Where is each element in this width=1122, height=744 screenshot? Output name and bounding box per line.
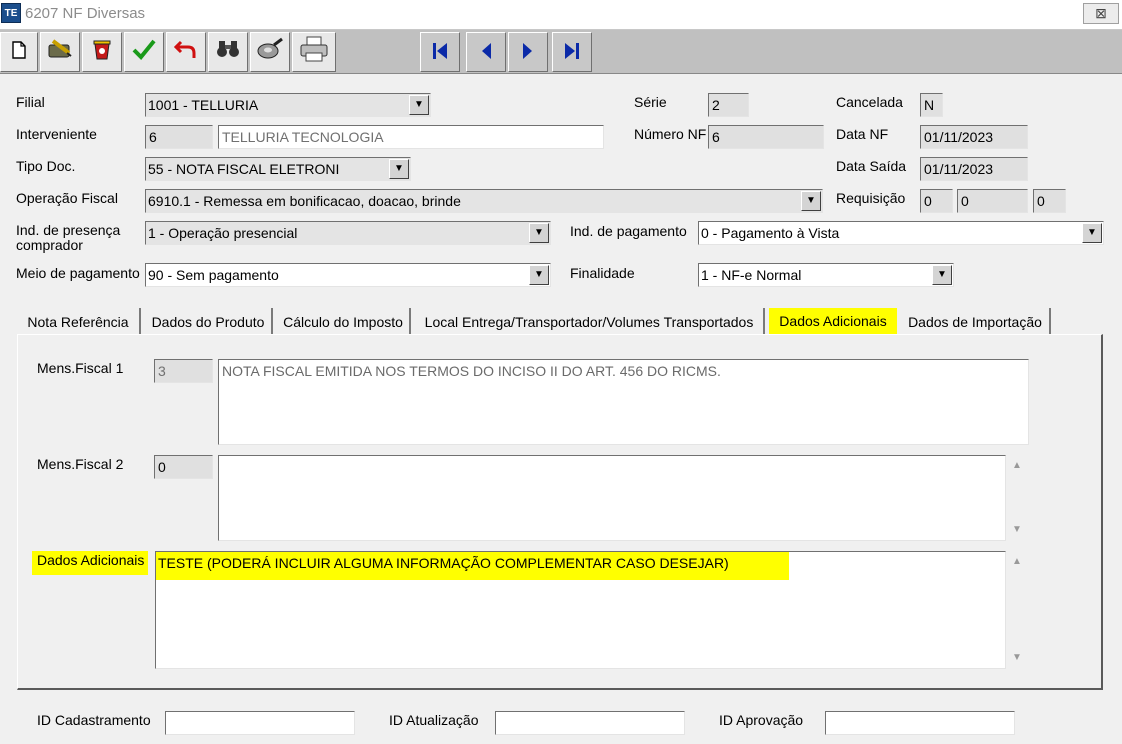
mens-fiscal-1-label: Mens.Fiscal 1 (37, 360, 124, 376)
meio-pagamento-label: Meio de pagamento (16, 265, 140, 281)
operacao-fiscal-select[interactable]: 6910.1 - Remessa em bonificacao, doacao,… (145, 189, 823, 213)
filial-value: 1001 - TELLURIA (148, 97, 259, 113)
chevron-down-icon[interactable]: ▼ (932, 265, 952, 285)
id-cadastramento-label: ID Cadastramento (37, 712, 151, 728)
meio-pagamento-value: 90 - Sem pagamento (148, 267, 279, 283)
scroll-down-icon[interactable]: ▼ (1012, 524, 1022, 535)
next-record-button[interactable] (508, 32, 548, 72)
finalidade-select[interactable]: 1 - NF-e Normal ▼ (698, 263, 954, 287)
requisicao-label: Requisição (836, 190, 906, 206)
toolbar (0, 30, 1122, 74)
chevron-down-icon[interactable]: ▼ (409, 95, 429, 115)
close-button[interactable]: ⊠ (1083, 3, 1119, 24)
app-logo-icon: TE (1, 3, 21, 23)
id-atualizacao-field[interactable] (495, 711, 685, 735)
data-nf-label: Data NF (836, 126, 889, 142)
data-saida-label: Data Saída (836, 158, 907, 174)
data-saida-field[interactable]: 01/11/2023 (920, 157, 1028, 181)
scroll-up-icon[interactable]: ▲ (1012, 556, 1022, 567)
requisicao-field-3[interactable]: 0 (1033, 189, 1066, 213)
operacao-fiscal-label: Operação Fiscal (16, 190, 118, 206)
numero-nf-label: Número NF (634, 126, 707, 142)
scroll-up-icon[interactable]: ▲ (1012, 460, 1022, 471)
serie-label: Série (634, 94, 667, 110)
new-button[interactable] (0, 32, 38, 72)
chevron-down-icon[interactable]: ▼ (529, 265, 549, 285)
tab-local-entrega[interactable]: Local Entrega/Transportador/Volumes Tran… (415, 308, 765, 336)
chevron-down-icon[interactable]: ▼ (801, 191, 821, 211)
chevron-down-icon[interactable]: ▼ (1082, 223, 1102, 243)
first-record-icon (431, 41, 449, 64)
previous-record-button[interactable] (466, 32, 506, 72)
finalidade-label: Finalidade (570, 265, 635, 281)
mens-fiscal-2-label: Mens.Fiscal 2 (37, 456, 124, 472)
confirm-icon (132, 38, 156, 66)
filter-button[interactable] (250, 32, 290, 72)
interveniente-label: Interveniente (16, 126, 97, 142)
id-cadastramento-field[interactable] (165, 711, 355, 735)
id-aprovacao-field[interactable] (825, 711, 1015, 735)
meio-pagamento-select[interactable]: 90 - Sem pagamento ▼ (145, 263, 551, 287)
requisicao-field-1[interactable]: 0 (920, 189, 953, 213)
tipo-doc-select[interactable]: 55 - NOTA FISCAL ELETRONI ▼ (145, 157, 411, 181)
delete-button[interactable] (82, 32, 122, 72)
dados-adicionais-text: TESTE (PODERÁ INCLUIR ALGUMA INFORMAÇÃO … (156, 552, 789, 580)
dados-adicionais-label: Dados Adicionais (32, 551, 149, 575)
window-title: 6207 NF Diversas (25, 5, 146, 22)
edit-icon (47, 37, 73, 67)
mens-fiscal-1-textarea[interactable]: NOTA FISCAL EMITIDA NOS TERMOS DO INCISO… (218, 359, 1029, 445)
cancelada-field[interactable]: N (920, 93, 943, 117)
mens-fiscal-1-code-field[interactable]: 3 (154, 359, 213, 383)
last-record-button[interactable] (552, 32, 592, 72)
finalidade-value: 1 - NF-e Normal (701, 267, 802, 283)
data-nf-field[interactable]: 01/11/2023 (920, 125, 1028, 149)
requisicao-field-2[interactable]: 0 (957, 189, 1028, 213)
ind-pagamento-value: 0 - Pagamento à Vista (701, 225, 840, 241)
ind-presenca-select[interactable]: 1 - Operação presencial ▼ (145, 221, 551, 245)
disc-icon (256, 37, 284, 67)
scroll-down-icon[interactable]: ▼ (1012, 652, 1022, 663)
id-atualizacao-label: ID Atualização (389, 712, 479, 728)
delete-icon (91, 37, 113, 67)
printer-icon (299, 36, 329, 68)
id-aprovacao-label: ID Aprovação (719, 712, 804, 728)
confirm-button[interactable] (124, 32, 164, 72)
new-icon (12, 39, 26, 65)
binoculars-icon (215, 39, 241, 65)
find-button[interactable] (208, 32, 248, 72)
filial-select[interactable]: 1001 - TELLURIA ▼ (145, 93, 431, 117)
interveniente-code-field[interactable]: 6 (145, 125, 213, 149)
tipo-doc-label: Tipo Doc. (16, 158, 76, 174)
tab-nota-referencia[interactable]: Nota Referência (17, 308, 141, 336)
ind-pagamento-label: Ind. de pagamento (570, 223, 687, 239)
tab-dados-adicionais[interactable]: Dados Adicionais (769, 308, 897, 334)
ind-presenca-value: 1 - Operação presencial (148, 225, 298, 241)
cancelada-label: Cancelada (836, 94, 903, 110)
mens-fiscal-2-code-field[interactable]: 0 (154, 455, 213, 479)
operacao-fiscal-value: 6910.1 - Remessa em bonificacao, doacao,… (148, 193, 461, 209)
undo-icon (173, 38, 198, 66)
tipo-doc-value: 55 - NOTA FISCAL ELETRONI (148, 161, 340, 177)
chevron-down-icon[interactable]: ▼ (529, 223, 549, 243)
print-button[interactable] (292, 32, 336, 72)
edit-button[interactable] (40, 32, 80, 72)
next-record-icon (521, 41, 535, 64)
interveniente-name-field[interactable]: TELLURIA TECNOLOGIA (218, 125, 604, 149)
tab-calculo-imposto[interactable]: Cálculo do Imposto (277, 308, 411, 336)
chevron-down-icon[interactable]: ▼ (389, 159, 409, 179)
dados-adicionais-textarea[interactable]: TESTE (PODERÁ INCLUIR ALGUMA INFORMAÇÃO … (155, 551, 1006, 669)
first-record-button[interactable] (420, 32, 460, 72)
tab-dados-importacao[interactable]: Dados de Importação (901, 308, 1051, 336)
serie-field[interactable]: 2 (708, 93, 749, 117)
mens-fiscal-2-textarea[interactable] (218, 455, 1006, 541)
undo-button[interactable] (166, 32, 206, 72)
numero-nf-field[interactable]: 6 (708, 125, 824, 149)
last-record-icon (563, 41, 581, 64)
tab-dados-produto[interactable]: Dados do Produto (145, 308, 273, 336)
filial-label: Filial (16, 94, 45, 110)
previous-record-icon (479, 41, 493, 64)
ind-pagamento-select[interactable]: 0 - Pagamento à Vista ▼ (698, 221, 1104, 245)
ind-presenca-label: Ind. de presença comprador (16, 222, 121, 253)
title-bar: TE 6207 NF Diversas ⊠ (0, 0, 1122, 30)
